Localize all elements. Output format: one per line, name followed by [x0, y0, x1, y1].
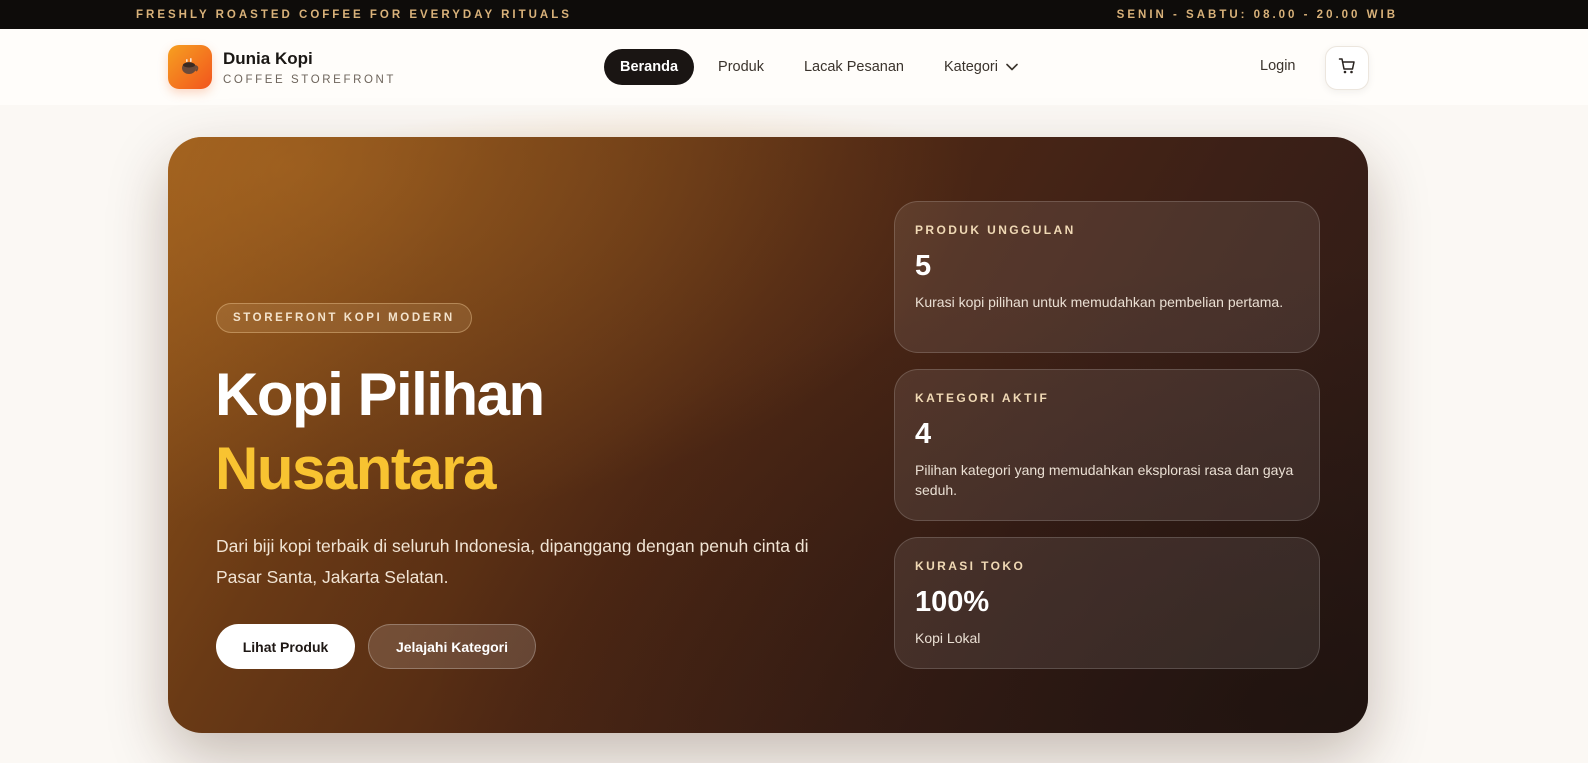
stat-description: Pilihan kategori yang memudahkan eksplor…	[915, 462, 1294, 498]
brand-name: Dunia Kopi	[223, 48, 313, 68]
hero-title-line1: Kopi Pilihan	[215, 361, 545, 428]
brand-subtitle: COFFEE STOREFRONT	[223, 73, 397, 86]
hero-description: Dari biji kopi terbaik di seluruh Indone…	[216, 536, 809, 587]
nav-item-kategori[interactable]: Kategori	[928, 49, 1034, 85]
view-products-button[interactable]: Lihat Produk	[216, 624, 355, 669]
nav-item-kategori-label: Kategori	[943, 59, 998, 75]
announcement-bar: FRESHLY ROASTED COFFEE FOR EVERYDAY RITU…	[0, 0, 1588, 29]
hero-badge: STOREFRONT KOPI MODERN	[216, 303, 472, 333]
stat-label: KATEGORI AKTIF	[915, 391, 1050, 405]
stat-description: Kopi Lokal	[915, 630, 981, 646]
hero-title-line2: Nusantara	[215, 435, 496, 502]
cart-button[interactable]	[1325, 46, 1369, 90]
shopping-cart-icon	[1338, 57, 1356, 80]
announcement-tagline: FRESHLY ROASTED COFFEE FOR EVERYDAY RITU…	[136, 8, 572, 21]
brand[interactable]: Dunia Kopi COFFEE STOREFRONT	[168, 45, 396, 89]
stat-label: PRODUK UNGGULAN	[915, 223, 1076, 237]
hero-section: STOREFRONT KOPI MODERN Kopi Pilihan Nusa…	[168, 137, 1368, 733]
stat-card-kategori-aktif: KATEGORI AKTIF 4 Pilihan kategori yang m…	[894, 369, 1320, 521]
stat-value: 100%	[915, 586, 990, 618]
nav-item-lacak-pesanan[interactable]: Lacak Pesanan	[788, 49, 920, 85]
nav-item-beranda[interactable]: Beranda	[604, 49, 695, 85]
stat-label: KURASI TOKO	[915, 559, 1026, 573]
nav-item-produk[interactable]: Produk	[702, 49, 780, 85]
main-navbar: Dunia Kopi COFFEE STOREFRONT Beranda Pro…	[0, 29, 1588, 105]
stat-card-produk-unggulan: PRODUK UNGGULAN 5 Kurasi kopi pilihan un…	[894, 201, 1320, 353]
explore-categories-button[interactable]: Jelajahi Kategori	[368, 624, 536, 669]
login-link[interactable]: Login	[1260, 58, 1295, 74]
stat-value: 4	[915, 418, 932, 450]
chevron-down-icon	[1006, 59, 1018, 75]
nav-menu: Beranda Produk Lacak Pesanan Kategori	[604, 49, 1042, 85]
stat-card-kurasi-toko: KURASI TOKO 100% Kopi Lokal	[894, 537, 1320, 669]
stat-value: 5	[915, 250, 932, 282]
stat-description: Kurasi kopi pilihan untuk memudahkan pem…	[915, 294, 1284, 310]
opening-hours: SENIN - SABTU: 08.00 - 20.00 WIB	[1116, 8, 1398, 21]
coffee-cup-icon	[168, 45, 212, 89]
